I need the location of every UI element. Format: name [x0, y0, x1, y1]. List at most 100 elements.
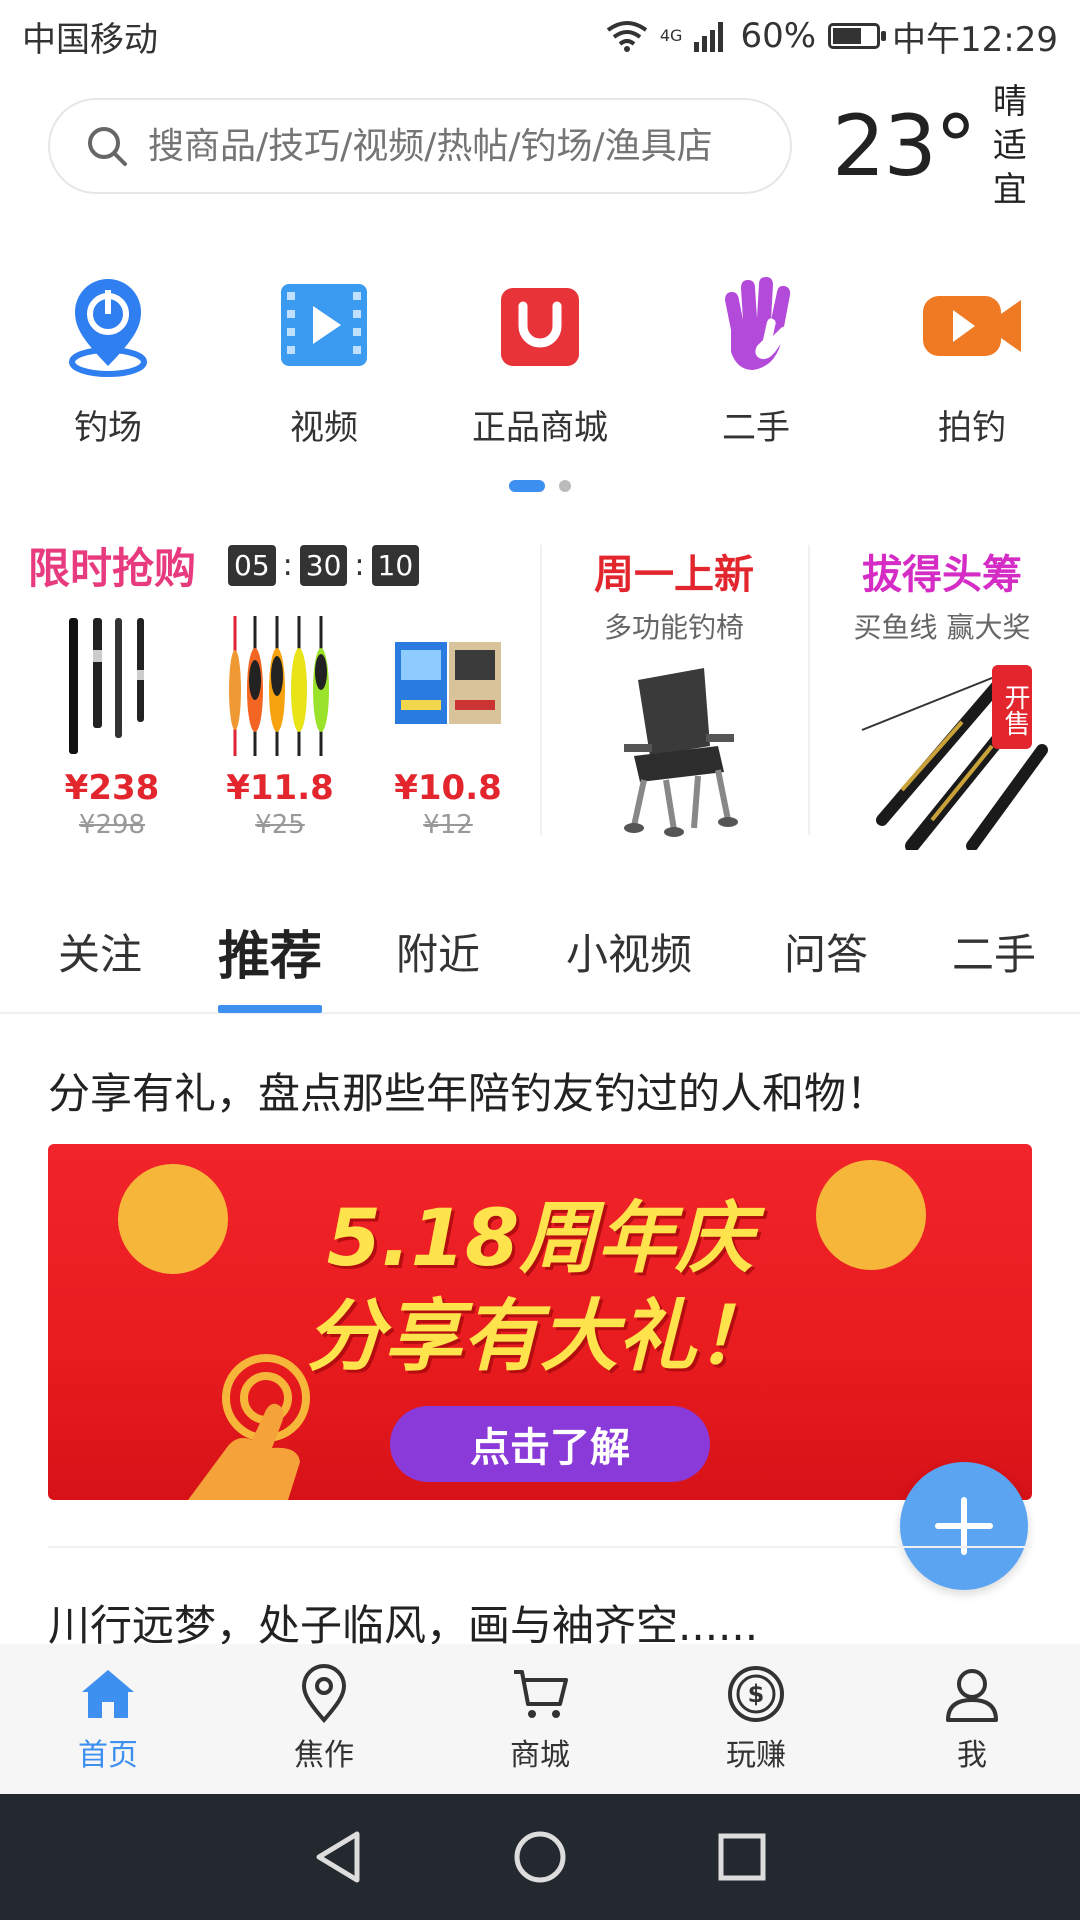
timer-separator: :	[282, 547, 293, 583]
promo-card-subtitle: 买鱼线 赢大奖	[853, 611, 1031, 644]
tab-label: 附近	[396, 929, 481, 979]
network-label: 4G	[659, 25, 683, 45]
fishing-float-image	[229, 616, 329, 756]
active-tab-underline	[218, 1005, 323, 1013]
banner-headline: 5.18周年庆	[326, 1194, 754, 1284]
search-box[interactable]	[48, 98, 792, 194]
flash-sale[interactable]: 限时抢购 05 : 30 : 10 ¥238 ¥298 ¥11.8 ¥25 ¥1…	[28, 530, 538, 850]
category-label: 二手	[722, 408, 790, 448]
status-bar: 中国移动 4G 60% 中午12:29	[0, 0, 1080, 72]
event-banner[interactable]: 5.18周年庆 分享有大礼！ 点击了解	[48, 1144, 1032, 1500]
add-post-button[interactable]	[900, 1462, 1028, 1590]
nav-me[interactable]: 我	[864, 1644, 1080, 1794]
location-pin-icon	[53, 270, 163, 380]
nav-earn[interactable]: $ 玩赚	[648, 1644, 864, 1794]
category-label: 视频	[290, 408, 358, 448]
bottom-nav: 首页 焦作 商城 $ 玩赚 我	[0, 1644, 1080, 1794]
flash-sale-title: 限时抢购	[28, 543, 197, 593]
nav-label: 首页	[78, 1738, 138, 1773]
flash-item-original-price: ¥12	[423, 810, 473, 840]
user-icon	[946, 1669, 998, 1722]
promo-section: 限时抢购 05 : 30 : 10 ¥238 ¥298 ¥11.8 ¥25 ¥1…	[0, 530, 1080, 850]
pointing-hand-icon	[188, 1354, 310, 1500]
flash-item[interactable]: ¥10.8 ¥12	[364, 610, 532, 840]
system-nav-bar	[0, 1794, 1080, 1920]
flash-item-original-price: ¥25	[255, 810, 305, 840]
tab-short-video[interactable]: 小视频	[566, 889, 692, 1013]
location-icon	[301, 1664, 347, 1724]
page-dot	[559, 480, 571, 492]
battery-percent: 60%	[740, 16, 817, 56]
promo-card-title: 周一上新	[594, 552, 754, 598]
tab-secondhand[interactable]: 二手	[952, 889, 1036, 1013]
flash-item-price: ¥238	[64, 768, 160, 808]
divider	[540, 545, 542, 835]
weather-temperature: 23°	[832, 97, 977, 195]
back-icon[interactable]	[313, 1830, 363, 1884]
flash-item-price: ¥10.8	[394, 768, 502, 808]
flash-sale-items: ¥238 ¥298 ¥11.8 ¥25 ¥10.8 ¥12	[28, 610, 538, 840]
timer-seconds: 10	[371, 544, 420, 586]
tab-label: 小视频	[566, 929, 693, 979]
status-right: 4G 60% 中午12:29	[606, 12, 1058, 61]
flash-item[interactable]: ¥11.8 ¥25	[196, 610, 364, 840]
tab-recommend[interactable]: 推荐	[218, 889, 323, 1013]
category-label: 拍钓	[938, 408, 1006, 448]
timer-minutes: 30	[299, 544, 348, 586]
hand-icon	[701, 270, 811, 380]
category-secondhand[interactable]: 二手	[648, 270, 864, 470]
tab-nearby[interactable]: 附近	[396, 889, 480, 1013]
nav-label: 商城	[510, 1738, 570, 1773]
category-photo-fishing[interactable]: 拍钓	[864, 270, 1080, 470]
timer-separator: :	[354, 547, 365, 583]
fishing-rod-image	[69, 618, 144, 754]
tab-follow[interactable]: 关注	[58, 889, 142, 1013]
home-circle-icon[interactable]	[513, 1830, 567, 1884]
tab-label: 问答	[784, 929, 869, 979]
feed-tabs: 关注 推荐 附近 小视频 问答 二手	[0, 890, 1080, 1014]
weather-comfort: 适宜	[992, 126, 1027, 210]
post-title[interactable]: 分享有礼，盘点那些年陪钓友钓过的人和物！	[48, 1060, 888, 1121]
category-grid: 钓场 视频 正品商城 二手 拍钓	[0, 270, 1080, 470]
nav-label: 玩赚	[726, 1738, 786, 1773]
plus-icon	[935, 1497, 993, 1555]
nav-city[interactable]: 焦作	[216, 1644, 432, 1794]
nav-home[interactable]: 首页	[0, 1644, 216, 1794]
on-sale-badge: 开售	[992, 665, 1032, 749]
search-row: 23° 晴 适宜	[48, 82, 1048, 210]
weather-details: 晴 适宜	[993, 80, 1048, 212]
divider	[808, 545, 810, 835]
home-icon	[82, 1670, 134, 1718]
wifi-icon	[606, 21, 648, 52]
nav-mall[interactable]: 商城	[432, 1644, 648, 1794]
battery-icon	[828, 23, 887, 49]
weather-widget[interactable]: 23° 晴 适宜	[832, 80, 1048, 212]
video-film-icon	[269, 270, 379, 380]
flash-item[interactable]: ¥238 ¥298	[28, 610, 196, 840]
cart-icon	[514, 1670, 568, 1718]
tab-qa[interactable]: 问答	[784, 889, 868, 1013]
category-video[interactable]: 视频	[216, 270, 432, 470]
recents-square-icon[interactable]	[717, 1832, 767, 1882]
fishing-chair-image	[624, 668, 738, 837]
bait-pack-image	[395, 642, 501, 724]
learn-more-button[interactable]: 点击了解	[390, 1406, 710, 1482]
page-indicator	[0, 480, 1080, 492]
nav-label: 我	[957, 1738, 987, 1773]
category-fishing-spot[interactable]: 钓场	[0, 270, 216, 470]
category-label: 正品商城	[472, 408, 608, 448]
search-input[interactable]	[146, 124, 790, 168]
dollar-coin-icon: $	[728, 1666, 784, 1722]
promo-card-new-arrivals[interactable]: 周一上新 多功能钓椅	[554, 530, 794, 850]
timer-hours: 05	[228, 544, 276, 586]
clock: 中午12:29	[892, 19, 1058, 60]
promo-card-first-prize[interactable]: 拔得头筹 买鱼线 赢大奖 开售	[822, 530, 1062, 850]
weather-condition: 晴	[992, 82, 1027, 122]
flash-sale-header: 限时抢购 05 : 30 : 10	[28, 530, 538, 600]
signal-icon	[694, 22, 724, 52]
category-mall[interactable]: 正品商城	[432, 270, 648, 470]
shopping-bag-icon	[485, 270, 595, 380]
nav-label: 焦作	[294, 1738, 354, 1773]
promo-card-subtitle: 多功能钓椅	[603, 611, 744, 644]
carrier-label: 中国移动	[22, 19, 158, 60]
